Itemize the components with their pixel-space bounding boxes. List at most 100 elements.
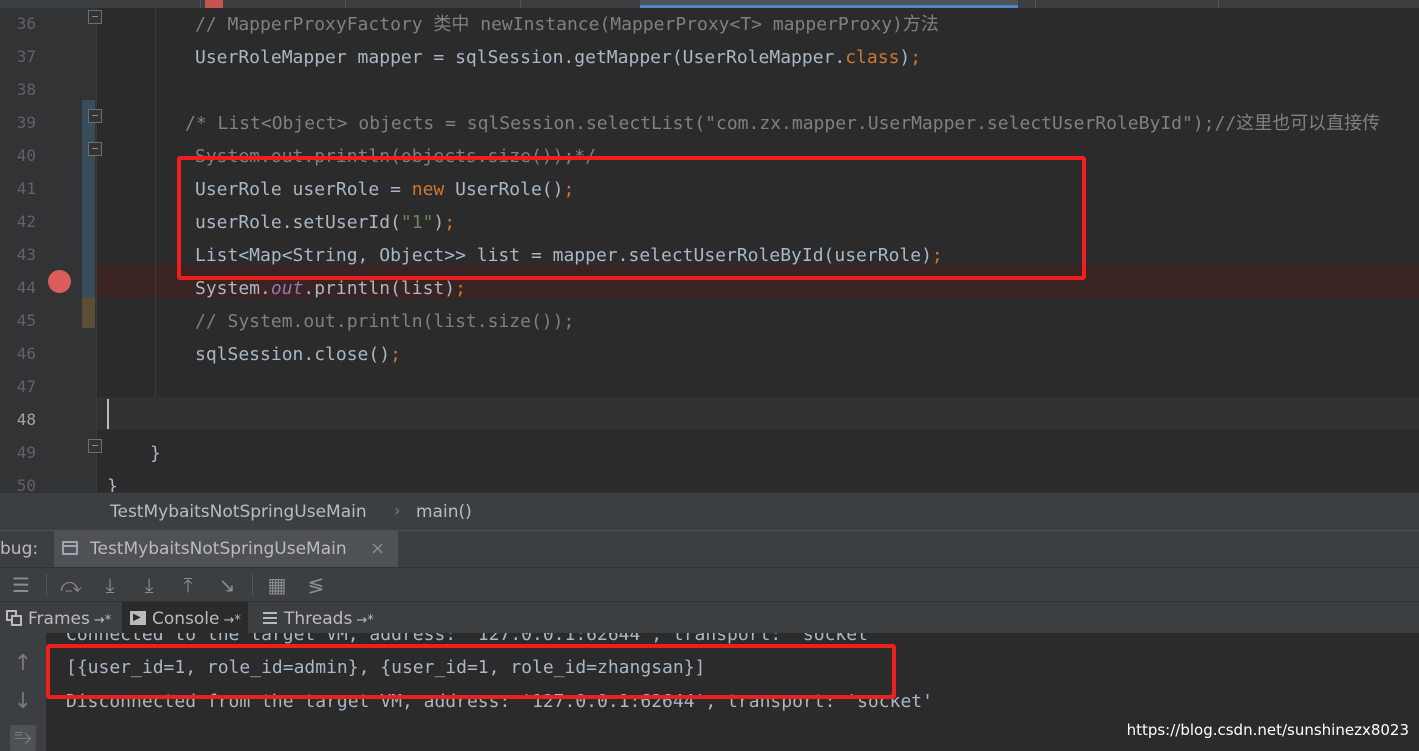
code-line: UserRole userRole = new UserRole(); (195, 173, 574, 206)
code-editor[interactable]: 36 37 38 39 40 41 42 43 44 45 46 47 48 49 50 // Mapper… (0, 8, 1419, 497)
code-token: ; (455, 278, 466, 299)
code-token: .println(list) (303, 278, 456, 299)
force-step-into-icon[interactable]: ⤓ (136, 572, 162, 598)
breakpoint-icon[interactable] (48, 270, 71, 293)
evaluate-expression-icon[interactable]: ▦ (264, 572, 290, 598)
line-number: 47 (16, 377, 36, 396)
code-token: ; (931, 245, 943, 266)
tab-threads-label: Threads (284, 609, 353, 629)
step-over-icon[interactable]: ⤼ (58, 572, 84, 598)
vcs-change-marker[interactable] (82, 100, 95, 265)
tab-separator (200, 0, 201, 8)
code-token: List<Map<String, Object>> list = mapper.… (195, 245, 932, 266)
editor-tab-strip (0, 0, 1419, 8)
breadcrumb-class[interactable]: TestMybaitsNotSpringUseMain (110, 502, 367, 522)
line-number: 40 (16, 146, 36, 165)
line-number: 43 (16, 245, 36, 264)
indent-guide (155, 8, 156, 398)
tab-threads[interactable]: Threads →* (254, 602, 376, 634)
code-line: // System.out.println(list.size()); (195, 305, 574, 338)
line-number: 45 (16, 311, 36, 330)
console-line-connected: Connected to the target VM, address: '12… (66, 633, 879, 645)
code-token: UserRole userRole = (195, 179, 412, 200)
line-number: 48 (16, 410, 36, 429)
debug-session-tab[interactable]: TestMybaitsNotSpringUseMain × (54, 531, 398, 567)
editor-tab-active[interactable] (640, 0, 1018, 8)
watermark-url: https://blog.csdn.net/sunshinezx8023 (1126, 721, 1409, 739)
code-line: } (150, 437, 161, 470)
layout-menu-icon[interactable]: ☰ (8, 572, 34, 598)
tab-separator (1035, 0, 1036, 8)
text-caret (107, 399, 109, 429)
pin-icon[interactable]: →* (224, 613, 241, 628)
fold-marker-icon[interactable] (88, 439, 102, 453)
debug-window-label: bug: (0, 539, 39, 559)
line-number: 42 (16, 212, 36, 231)
vcs-modified-marker[interactable] (82, 298, 95, 328)
code-token: new (411, 179, 456, 200)
line-number: 41 (16, 179, 36, 198)
console-line-disconnected: Disconnected from the target VM, address… (66, 691, 933, 712)
breadcrumb-method[interactable]: main() (416, 502, 472, 522)
code-token: /* List<Object> objects = sqlSession.sel… (185, 113, 1381, 134)
code-token: ) (433, 212, 445, 233)
editor-tab-fragment[interactable] (205, 0, 223, 8)
code-token: ; (390, 344, 401, 365)
fold-marker-icon[interactable] (88, 10, 102, 24)
console-line-result: [{user_id=1, role_id=admin}, {user_id=1,… (66, 657, 706, 678)
tab-console[interactable]: ▶ Console →* (122, 602, 248, 634)
line-number: 37 (16, 47, 36, 66)
code-line: UserRoleMapper mapper = sqlSession.getMa… (195, 41, 921, 74)
run-to-cursor-icon[interactable]: ↘ (214, 572, 240, 598)
code-token: UserRole() (455, 179, 564, 200)
trace-stream-icon[interactable]: ≶ (303, 572, 329, 598)
step-into-icon[interactable]: ⤓ (97, 572, 123, 598)
code-token: ; (563, 179, 575, 200)
tab-separator (345, 0, 346, 8)
up-arrow-icon[interactable]: ↑ (10, 651, 36, 677)
code-token: UserRoleMapper mapper = sqlSession.getMa… (195, 47, 846, 68)
code-line: List<Map<String, Object>> list = mapper.… (195, 239, 943, 272)
fold-marker-icon[interactable] (88, 142, 102, 156)
code-line: System.out.println(objects.size());*/ (195, 140, 596, 173)
breadcrumb: TestMybaitsNotSpringUseMain › main() (0, 492, 1419, 530)
step-out-icon[interactable]: ⤒ (175, 572, 201, 598)
debug-session-title: TestMybaitsNotSpringUseMain (90, 539, 347, 559)
code-token: } (150, 443, 161, 464)
code-token: sqlSession.close() (195, 344, 391, 365)
debug-toolbar: ☰ ⤼ ⤓ ⤓ ⤒ ↘ ▦ ≶ (0, 567, 1419, 601)
down-arrow-icon[interactable]: ↓ (10, 689, 36, 715)
code-token: ; (910, 47, 922, 68)
code-token: System.out.println(objects.size());*/ (195, 146, 596, 167)
line-number: 46 (16, 344, 36, 363)
line-number: 38 (16, 80, 36, 99)
tab-frames-label: Frames (28, 609, 90, 629)
code-line: System.out.println(list); (195, 272, 466, 305)
pin-icon[interactable]: →* (94, 613, 111, 628)
line-number: 49 (16, 443, 36, 462)
code-token: // MapperProxyFactory 类中 newInstance(Map… (195, 14, 939, 35)
pin-icon[interactable]: →* (356, 613, 373, 628)
code-line: // MapperProxyFactory 类中 newInstance(Map… (195, 8, 939, 41)
tab-console-label: Console (152, 609, 220, 629)
current-line-highlight (97, 397, 1419, 430)
code-token: userRole.setUserId( (195, 212, 401, 233)
fold-marker-icon[interactable] (88, 109, 102, 123)
tab-separator (1218, 0, 1219, 8)
vcs-change-marker[interactable] (82, 265, 95, 298)
toolbar-separator (46, 574, 47, 596)
soft-wrap-icon[interactable]: ⥱ (10, 725, 36, 751)
debug-tool-window-header: bug: TestMybaitsNotSpringUseMain × (0, 530, 1419, 567)
close-icon[interactable]: × (370, 538, 385, 559)
code-token: ; (444, 212, 456, 233)
code-token: // System.out.println(list.size()); (195, 311, 575, 332)
threads-icon (262, 610, 278, 626)
line-number: 44 (16, 278, 36, 297)
tab-frames[interactable]: Frames →* (6, 602, 120, 634)
line-number: 39 (16, 113, 36, 132)
code-line: /* List<Object> objects = sqlSession.sel… (185, 107, 1380, 140)
run-config-icon (62, 541, 78, 555)
code-token: ) (899, 47, 911, 68)
code-token: "1" (400, 212, 434, 233)
frames-icon (6, 610, 22, 626)
